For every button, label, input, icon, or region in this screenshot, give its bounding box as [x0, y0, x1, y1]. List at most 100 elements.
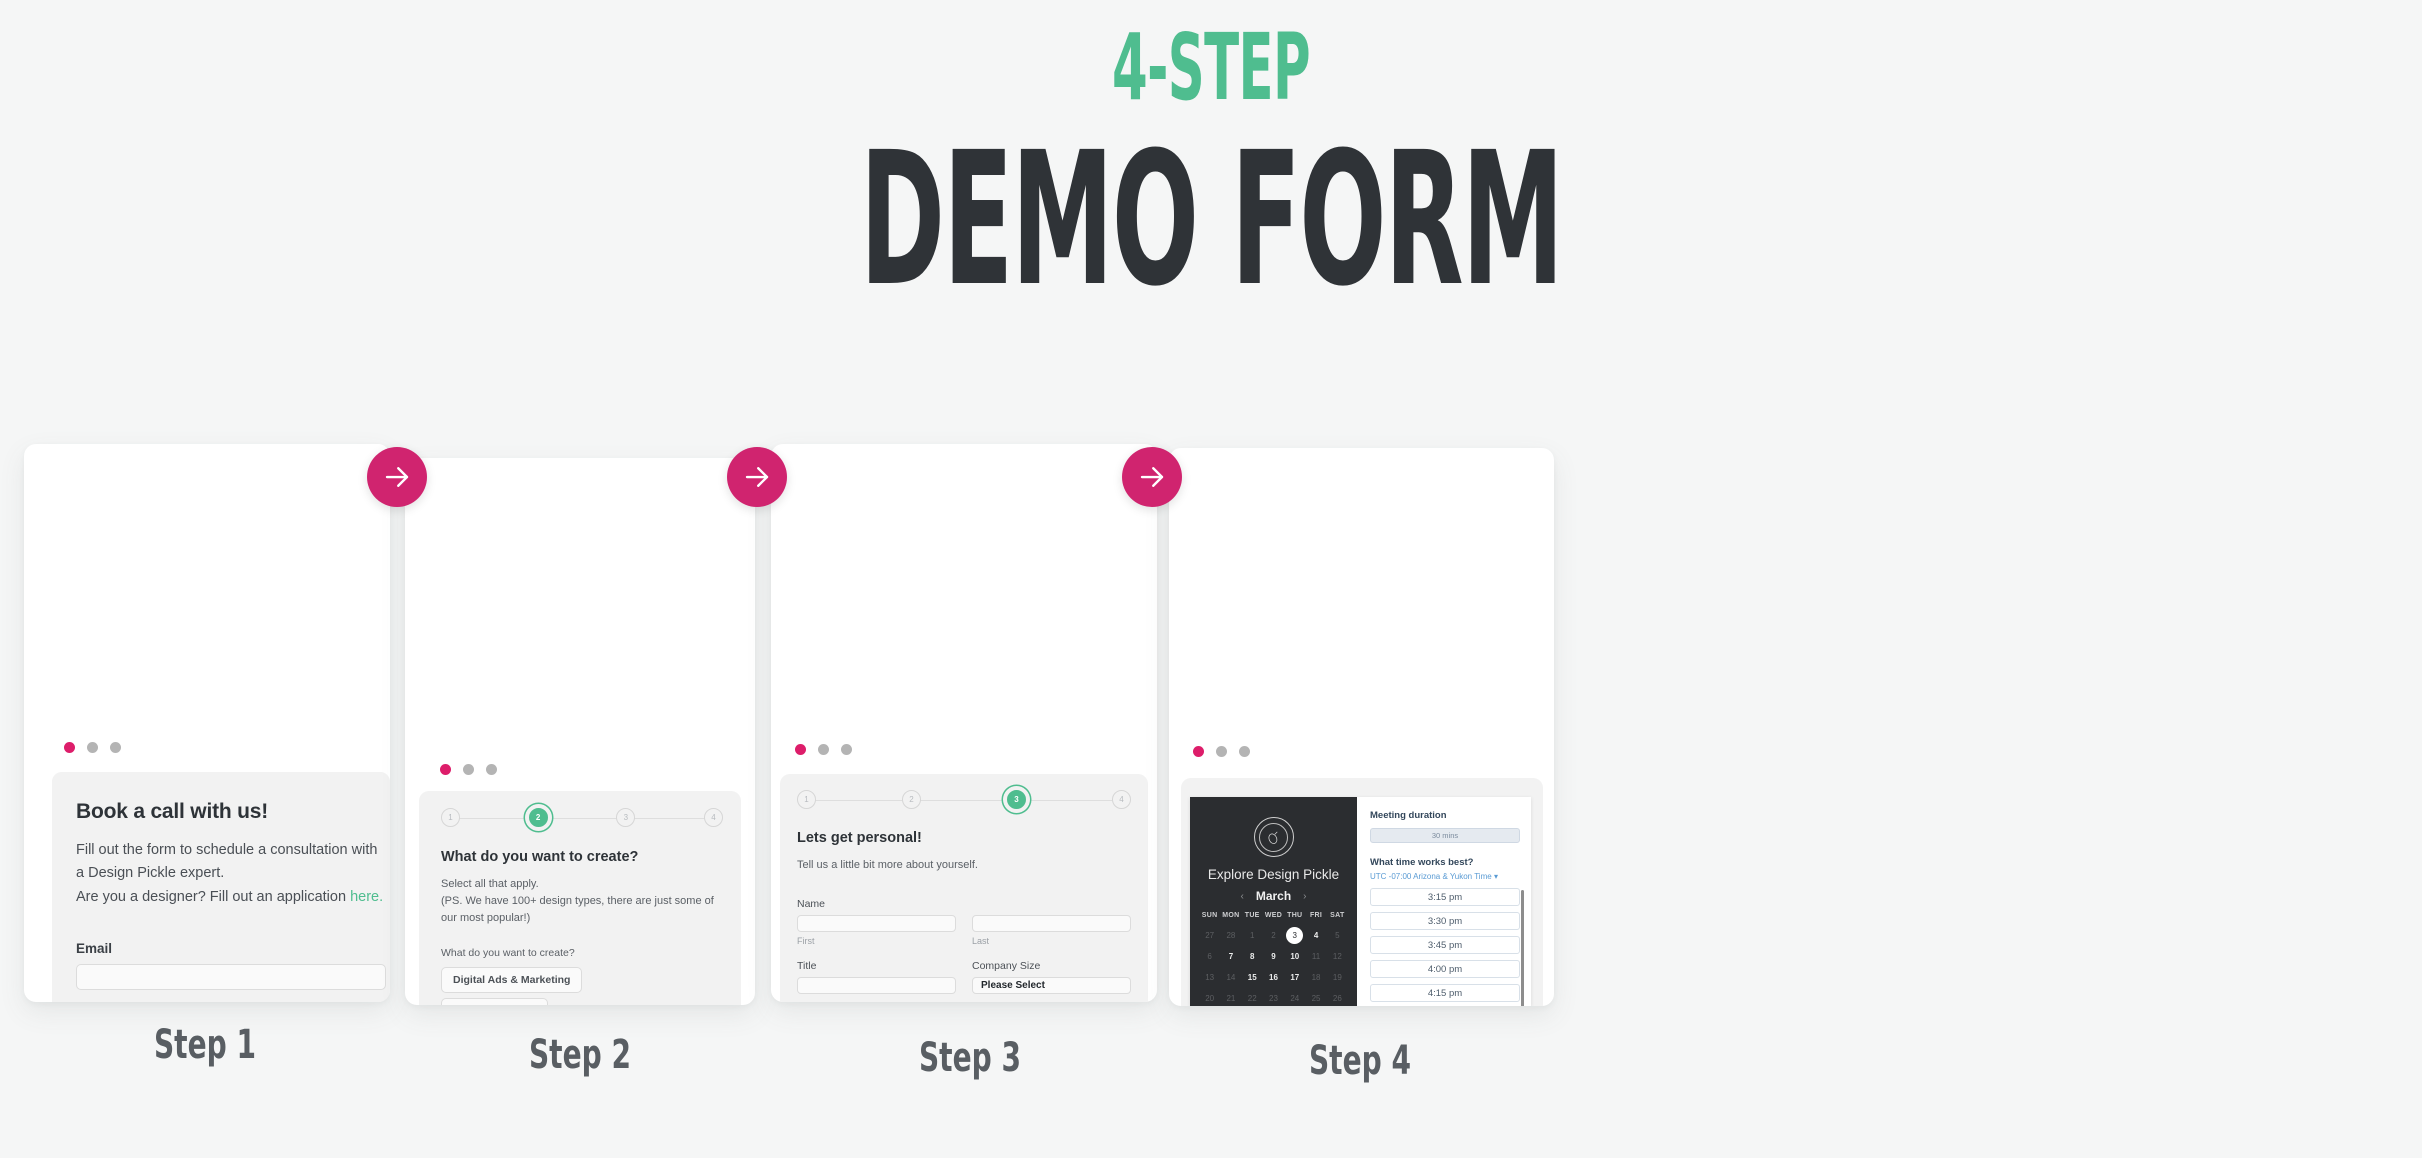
calendar-day: 6	[1207, 952, 1212, 961]
page-title: 4-STEP DEMO FORM	[0, 14, 2422, 327]
design-pickle-logo-inner-icon	[1259, 822, 1288, 852]
dow-label: WED	[1264, 912, 1283, 919]
card1-paragraph: Fill out the form to schedule a consulta…	[76, 839, 386, 909]
step-node-3[interactable]: 3	[616, 808, 636, 827]
calendar-day[interactable]: 15	[1242, 967, 1263, 988]
window-dot-maximize-icon	[1239, 746, 1250, 757]
window-dot-close-icon	[64, 742, 75, 753]
slots-panel: Meeting duration 30 mins What time works…	[1357, 797, 1531, 1006]
next-month-icon[interactable]: ›	[1303, 891, 1306, 902]
first-name-sublabel: First	[797, 936, 815, 947]
window-dots	[440, 764, 497, 775]
company-size-select[interactable]: Please Select	[972, 977, 1131, 995]
window-dot-minimize-icon	[87, 742, 98, 753]
window-dot-close-icon	[795, 744, 806, 755]
window-dots	[795, 744, 852, 755]
arrow-right-icon[interactable]	[727, 447, 787, 507]
time-slot[interactable]: 3:45 pm	[1370, 936, 1520, 954]
card1-heading: Book a call with us!	[76, 800, 269, 823]
caption-step-2: Step 2	[528, 1032, 632, 1078]
calendar-day: 11	[1311, 952, 1321, 961]
calendar-day: 5	[1335, 931, 1340, 940]
step-line	[451, 817, 713, 819]
timezone-label: UTC -07:00 Arizona & Yukon Time	[1370, 872, 1492, 881]
title-eyebrow: 4-STEP	[1112, 14, 1311, 121]
caption-step-1: Step 1	[153, 1022, 257, 1068]
step-indicator: 1 2 3 4	[441, 808, 723, 827]
meeting-duration-value[interactable]: 30 mins	[1370, 828, 1520, 843]
design-pickle-logo-icon	[1253, 817, 1294, 857]
card2-sub: Select all that apply. (PS. We have 100+…	[441, 876, 723, 927]
calendar-day: 20	[1205, 994, 1215, 1003]
caption-step-4: Step 4	[1308, 1038, 1412, 1084]
card-step-3: 1 2 3 4 Lets get personal! Tell us a lit…	[771, 444, 1157, 1002]
calendar-day: 19	[1332, 973, 1342, 982]
title-label: Title	[797, 960, 817, 973]
title-field[interactable]	[797, 977, 956, 995]
calendar-day[interactable]: 8	[1242, 946, 1263, 967]
time-slot[interactable]: 4:00 pm	[1370, 960, 1520, 978]
arrow-right-glyph	[1140, 467, 1164, 487]
time-slot[interactable]: 3:30 pm	[1370, 912, 1520, 930]
step-node-2[interactable]: 2	[902, 790, 921, 809]
step-node-4[interactable]: 4	[1112, 790, 1131, 809]
calendar-day[interactable]: 3	[1286, 927, 1304, 944]
step-line	[807, 799, 1121, 801]
step-node-2[interactable]: 2	[528, 808, 548, 827]
window-dot-close-icon	[1193, 746, 1204, 757]
dow-label: THU	[1287, 912, 1303, 919]
calendar-day: 28	[1226, 931, 1236, 940]
pickle-glyph	[1268, 831, 1278, 844]
calendar-day[interactable]: 4	[1305, 925, 1326, 946]
option-chip[interactable]: Digital Ads & Marketing	[441, 967, 583, 994]
last-name-sublabel: Last	[972, 936, 990, 947]
card3-heading: Lets get personal!	[797, 830, 922, 846]
window-dot-maximize-icon	[486, 764, 497, 775]
calendar-brand: Explore Design Pickle	[1207, 867, 1340, 882]
step-node-1[interactable]: 1	[797, 790, 816, 809]
calendar-day-cell: 3	[1284, 925, 1305, 946]
time-slot[interactable]: 4:15 pm	[1370, 984, 1520, 1002]
window-dot-minimize-icon	[1216, 746, 1227, 757]
calendar-day: 24	[1290, 994, 1300, 1003]
window-dot-close-icon	[440, 764, 451, 775]
calendar-day[interactable]: 17	[1284, 967, 1305, 988]
card1-here-link[interactable]: here.	[350, 889, 383, 905]
slots-scrollbar[interactable]	[1521, 890, 1524, 1006]
calendar-day: 23	[1269, 994, 1278, 1003]
time-slot[interactable]: 3:15 pm	[1370, 888, 1520, 906]
calendar-day[interactable]: 9	[1263, 946, 1284, 967]
step-node-4[interactable]: 4	[703, 808, 723, 827]
step-node-3[interactable]: 3	[1007, 790, 1026, 809]
window-dots	[1193, 746, 1250, 757]
calendar-day[interactable]: 7	[1220, 946, 1241, 967]
option-chip[interactable]: Motion Graphics	[441, 998, 548, 1005]
arrow-right-glyph	[745, 467, 769, 487]
dow-label: SAT	[1330, 912, 1345, 919]
booking-widget: Explore Design Pickle ‹ March › SUN MON …	[1190, 797, 1531, 1006]
prev-month-icon[interactable]: ‹	[1240, 891, 1243, 902]
last-name-field[interactable]	[972, 915, 1131, 933]
first-name-field[interactable]	[797, 915, 956, 933]
window-dot-maximize-icon	[110, 742, 121, 753]
card3-sub: Tell us a little bit more about yourself…	[797, 859, 978, 871]
arrow-right-icon[interactable]	[367, 447, 427, 507]
card-step-1: Book a call with us! Fill out the form t…	[24, 444, 390, 1002]
time-slot-list: 3:15 pm 3:30 pm 3:45 pm 4:00 pm 4:15 pm …	[1370, 888, 1524, 1006]
window-dot-minimize-icon	[818, 744, 829, 755]
page-root: 4-STEP DEMO FORM Book a call with us! Fi…	[0, 0, 2422, 1158]
calendar-day[interactable]: 16	[1263, 967, 1284, 988]
step-node-1[interactable]: 1	[441, 808, 460, 827]
dow-label: MON	[1222, 912, 1240, 919]
calendar-day: 18	[1311, 973, 1321, 982]
timezone-selector[interactable]: UTC -07:00 Arizona & Yukon Time ▾	[1370, 872, 1520, 881]
calendar-day: 1	[1249, 931, 1255, 940]
arrow-right-icon[interactable]	[1122, 447, 1182, 507]
card2-question-label: What do you want to create?	[441, 947, 575, 960]
email-field[interactable]	[76, 964, 386, 991]
calendar-day: 14	[1226, 973, 1236, 982]
calendar-day[interactable]: 10	[1284, 946, 1305, 967]
chevron-down-icon: ▾	[1493, 872, 1498, 881]
title-main: DEMO FORM	[859, 113, 1564, 327]
arrow-right-glyph	[385, 467, 409, 487]
